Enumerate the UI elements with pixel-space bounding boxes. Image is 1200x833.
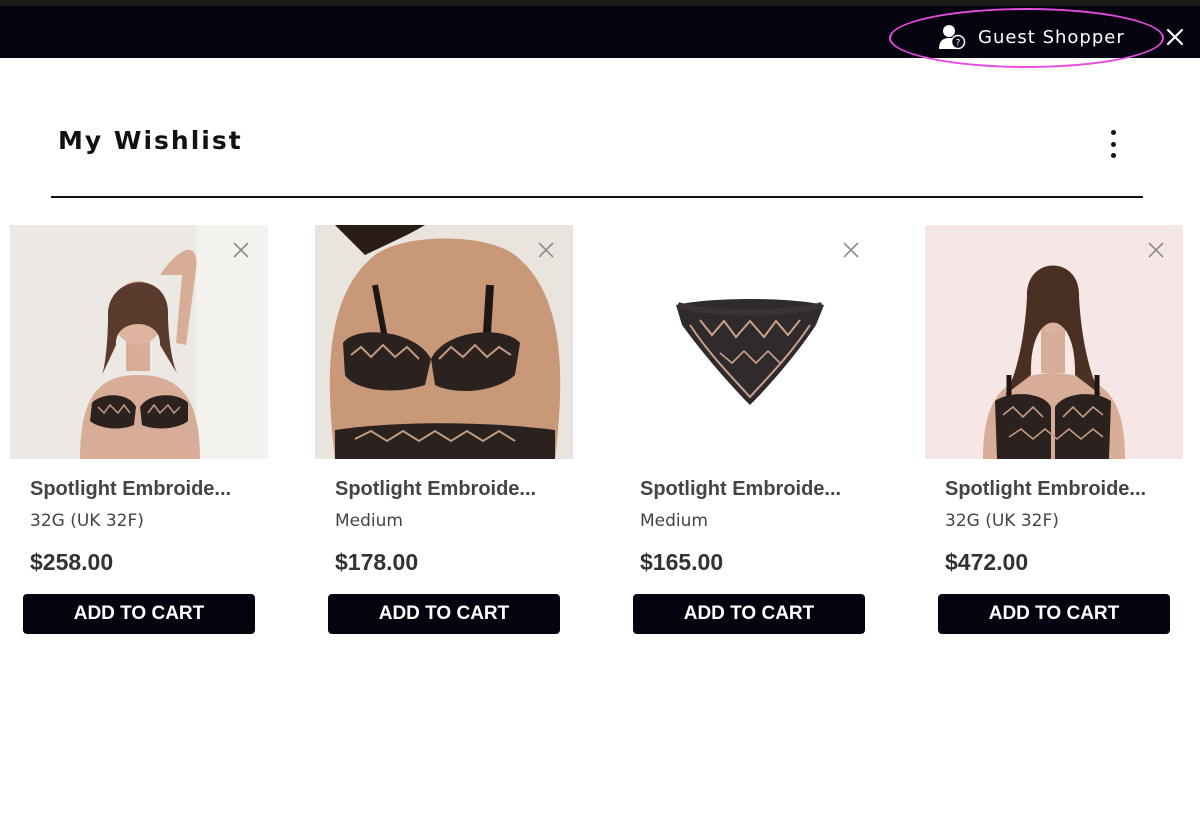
product-size: Medium bbox=[335, 511, 403, 531]
wishlist-item: Spotlight Embroide... 32G (UK 32F) $472.… bbox=[925, 225, 1183, 634]
product-name[interactable]: Spotlight Embroide... bbox=[335, 478, 573, 501]
remove-item-icon[interactable] bbox=[842, 241, 860, 259]
add-to-cart-button[interactable]: ADD TO CART bbox=[938, 594, 1170, 634]
top-bar: ? Guest Shopper bbox=[0, 0, 1200, 58]
guest-shopper-menu[interactable]: ? Guest Shopper bbox=[938, 22, 1125, 52]
product-image[interactable] bbox=[620, 225, 878, 459]
product-size: Medium bbox=[640, 511, 708, 531]
wishlist-item: Spotlight Embroide... 32G (UK 32F) $258.… bbox=[10, 225, 268, 634]
remove-item-icon[interactable] bbox=[232, 241, 250, 259]
guest-user-icon: ? bbox=[939, 25, 966, 50]
product-image[interactable] bbox=[10, 225, 268, 459]
product-name[interactable]: Spotlight Embroide... bbox=[945, 478, 1183, 501]
add-to-cart-button[interactable]: ADD TO CART bbox=[328, 594, 560, 634]
product-price: $258.00 bbox=[30, 549, 114, 575]
guest-shopper-label: Guest Shopper bbox=[978, 26, 1125, 48]
close-icon[interactable] bbox=[1163, 25, 1187, 49]
product-size: 32G (UK 32F) bbox=[30, 511, 144, 531]
remove-item-icon[interactable] bbox=[1147, 241, 1165, 259]
wishlist-item: Spotlight Embroide... Medium $178.00 ADD… bbox=[315, 225, 573, 634]
kebab-menu-icon[interactable] bbox=[1102, 127, 1124, 161]
wishlist-item: Spotlight Embroide... Medium $165.00 ADD… bbox=[620, 225, 878, 634]
remove-item-icon[interactable] bbox=[537, 241, 555, 259]
product-name[interactable]: Spotlight Embroide... bbox=[30, 478, 268, 501]
add-to-cart-button[interactable]: ADD TO CART bbox=[23, 594, 255, 634]
product-price: $165.00 bbox=[640, 549, 724, 575]
product-price: $178.00 bbox=[335, 549, 419, 575]
product-image[interactable] bbox=[315, 225, 573, 459]
page-title: My Wishlist bbox=[58, 126, 243, 155]
add-to-cart-button[interactable]: ADD TO CART bbox=[633, 594, 865, 634]
product-name[interactable]: Spotlight Embroide... bbox=[640, 478, 878, 501]
svg-text:?: ? bbox=[956, 39, 961, 49]
product-price: $472.00 bbox=[945, 549, 1029, 575]
product-size: 32G (UK 32F) bbox=[945, 511, 1059, 531]
divider bbox=[51, 196, 1143, 198]
product-image[interactable] bbox=[925, 225, 1183, 459]
